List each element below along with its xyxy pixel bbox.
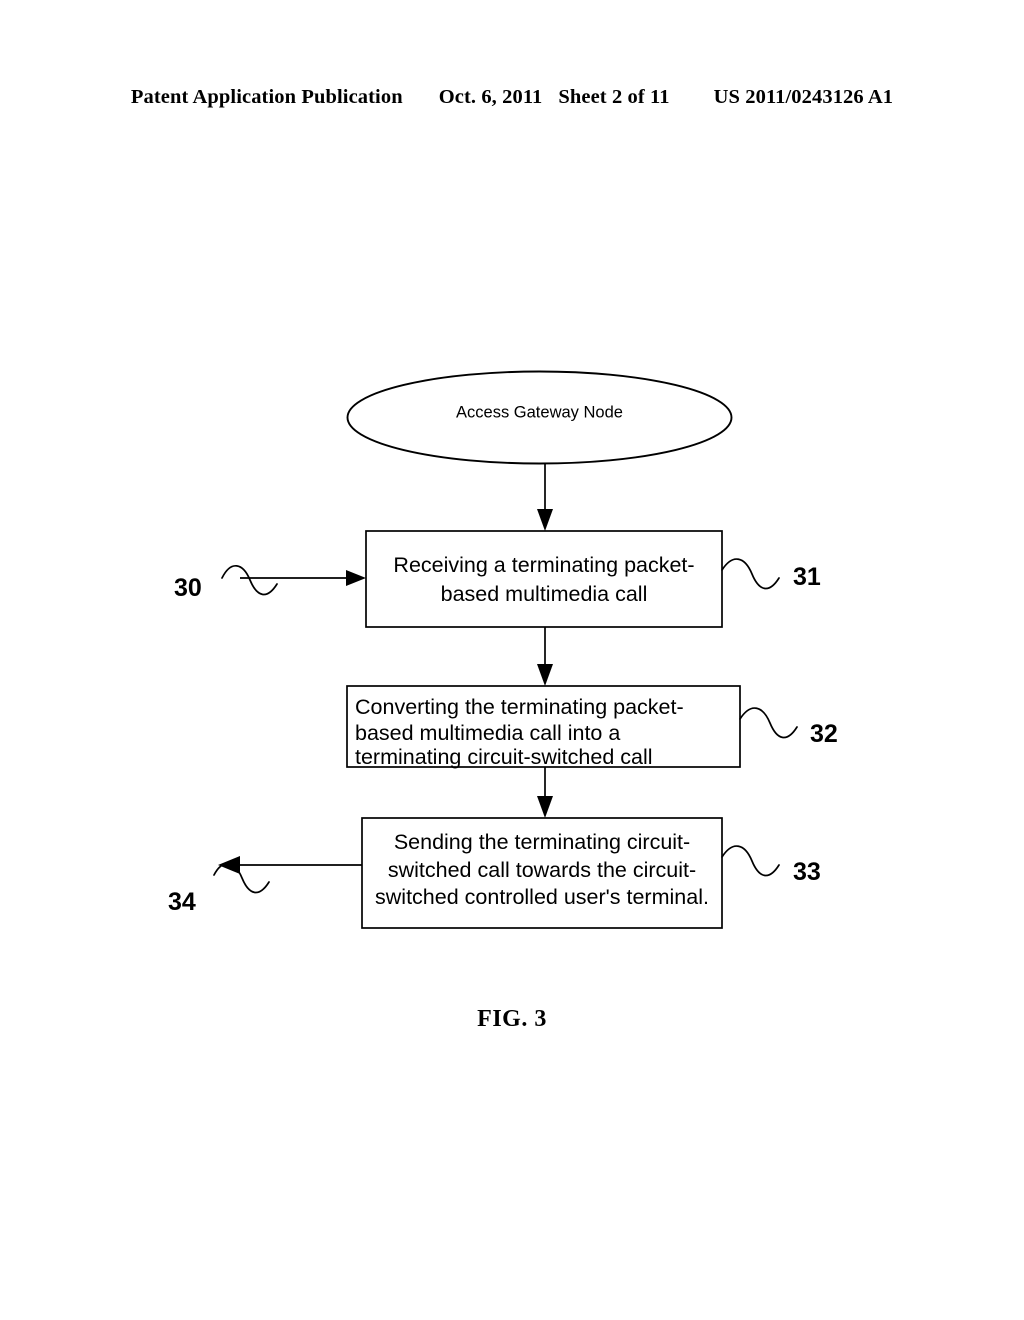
connector-step1-to-step2 xyxy=(537,627,553,686)
ref-number-34: 34 xyxy=(168,888,196,916)
step-31-line-2: based multimedia call xyxy=(441,582,648,606)
ref-number-30: 30 xyxy=(174,574,202,602)
step-31-line-1: Receiving a terminating packet- xyxy=(393,553,694,577)
arrow-head-down-icon xyxy=(537,664,553,686)
step-31-rect xyxy=(365,530,723,628)
ref-30-squiggle xyxy=(221,565,278,596)
node-access-gateway: Access Gateway Node xyxy=(346,370,733,465)
arrow-head-down-icon xyxy=(537,509,553,531)
ref-31-squiggle xyxy=(721,558,780,590)
ref-number-32: 32 xyxy=(810,720,838,748)
ref-leader-32: 32 xyxy=(739,707,838,748)
flowchart-figure: Access Gateway Node Receiving a terminat… xyxy=(168,370,838,929)
step-33-line-2: switched call towards the circuit- xyxy=(388,858,696,882)
arrow-head-right-icon xyxy=(346,570,366,586)
connector-step2-to-step3 xyxy=(537,767,553,818)
ref-32-squiggle xyxy=(739,707,798,739)
flow-input-30: 30 xyxy=(174,565,366,602)
flow-output-34: 34 xyxy=(168,856,362,916)
step-box-33: Sending the terminating circuit- switche… xyxy=(361,817,723,929)
ref-number-33: 33 xyxy=(793,858,821,886)
access-gateway-label: Access Gateway Node xyxy=(456,403,623,421)
ref-leader-33: 33 xyxy=(721,845,821,886)
ref-34-squiggle xyxy=(213,862,270,894)
step-box-32: Converting the terminating packet- based… xyxy=(346,685,741,769)
connector-node-to-step1 xyxy=(537,463,553,531)
ref-number-31: 31 xyxy=(793,563,821,591)
figure-caption: FIG. 3 xyxy=(477,1006,547,1032)
arrow-head-down-icon xyxy=(537,796,553,818)
step-32-line-1: Converting the terminating packet- xyxy=(355,695,684,719)
step-33-line-3: switched controlled user's terminal. xyxy=(375,885,709,909)
ref-leader-31: 31 xyxy=(721,558,821,591)
ref-33-squiggle xyxy=(721,845,780,877)
step-33-line-1: Sending the terminating circuit- xyxy=(394,830,690,854)
step-box-31: Receiving a terminating packet- based mu… xyxy=(365,530,723,628)
step-32-line-3: terminating circuit-switched call xyxy=(355,745,653,769)
step-32-line-2: based multimedia call into a xyxy=(355,721,620,745)
